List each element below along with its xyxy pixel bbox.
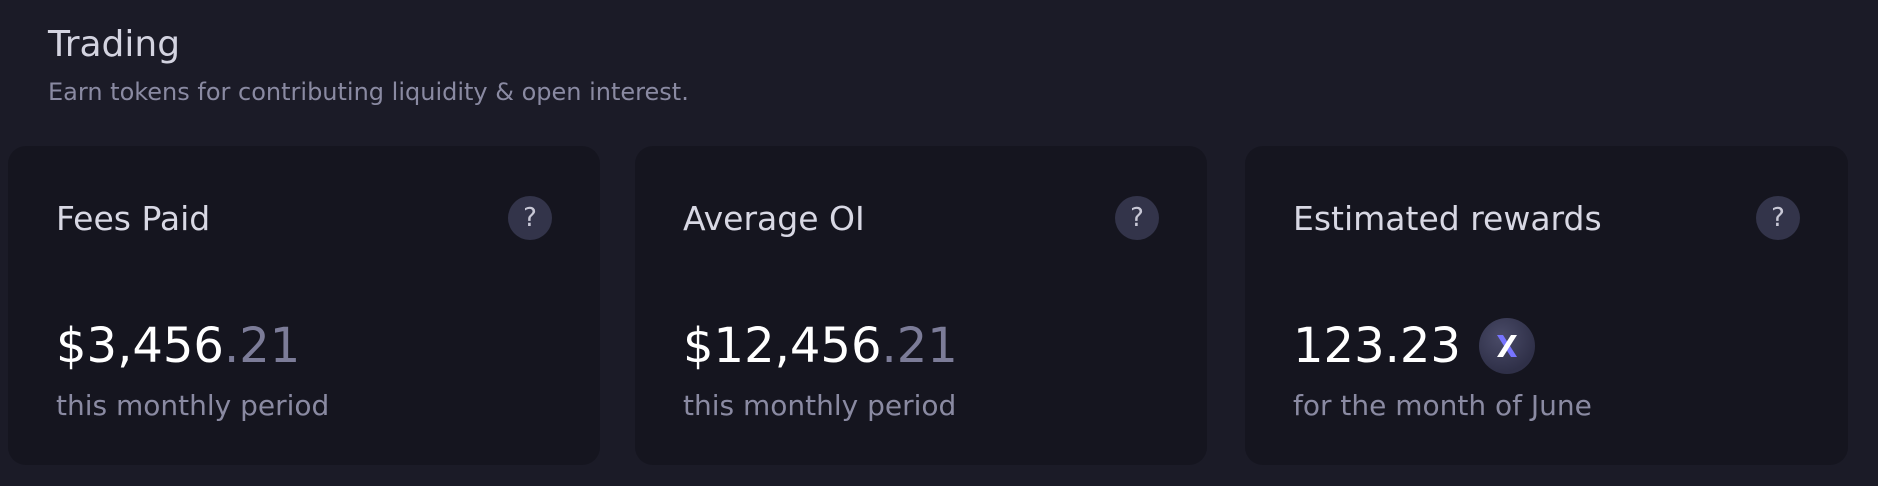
- section-subtitle: Earn tokens for contributing liquidity &…: [48, 78, 689, 106]
- card-label: Estimated rewards: [1293, 199, 1602, 238]
- estimated-rewards-amount: 123.23: [1293, 318, 1535, 374]
- dydx-token-icon: [1478, 318, 1535, 374]
- section-title: Trading: [48, 24, 181, 65]
- card-caption: this monthly period: [683, 389, 957, 422]
- card-caption: for the month of June: [1293, 389, 1592, 422]
- amount-main: $3,456: [56, 318, 224, 374]
- card-caption: this monthly period: [56, 389, 330, 422]
- amount-main: $12,456: [683, 318, 882, 374]
- amount-main: 123.23: [1293, 318, 1461, 374]
- card-label: Average OI: [683, 199, 865, 238]
- amount-cents: .21: [223, 318, 301, 374]
- question-mark-icon[interactable]: ?: [508, 196, 552, 240]
- question-mark-icon[interactable]: ?: [1756, 196, 1800, 240]
- fees-paid-card: Fees Paid ? $3,456.21 this monthly perio…: [8, 146, 600, 465]
- estimated-rewards-card: Estimated rewards ? 123.23 for the month…: [1245, 146, 1848, 465]
- fees-paid-amount: $3,456.21: [56, 318, 300, 374]
- card-label: Fees Paid: [56, 199, 211, 238]
- amount-cents: .21: [881, 318, 958, 374]
- average-oi-amount: $12,456.21: [683, 318, 958, 374]
- question-mark-icon[interactable]: ?: [1115, 196, 1159, 240]
- average-oi-card: Average OI ? $12,456.21 this monthly per…: [635, 146, 1207, 465]
